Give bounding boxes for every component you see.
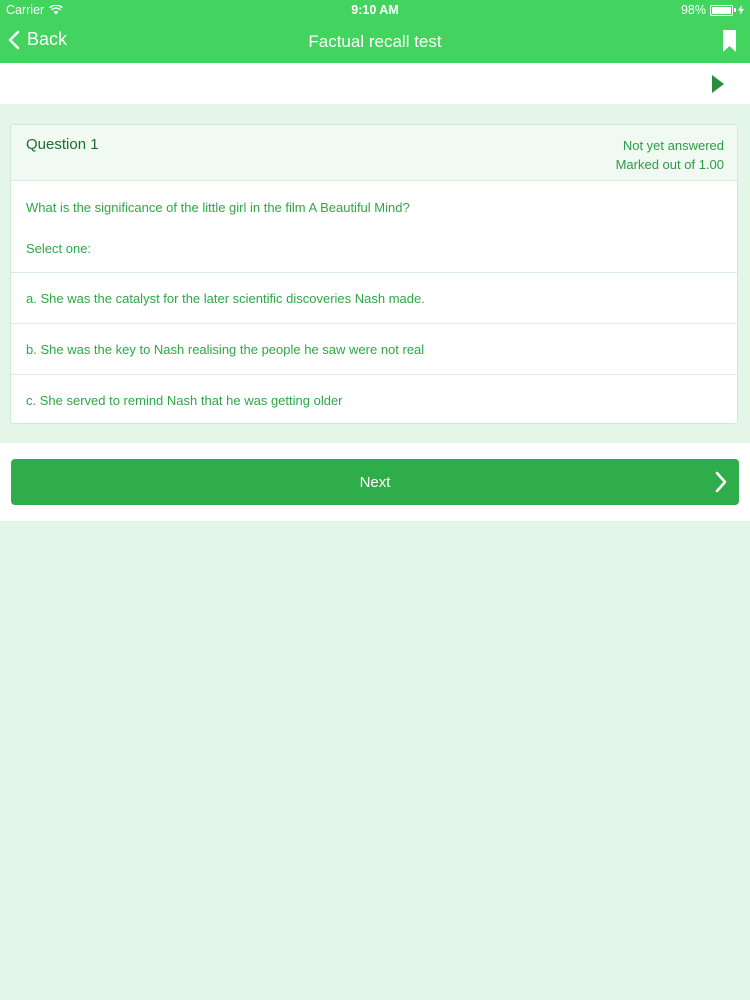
question-area: Question 1 Not yet answered Marked out o… <box>0 104 750 443</box>
question-text: What is the significance of the little g… <box>26 200 410 215</box>
battery-icon <box>710 4 733 16</box>
chevron-right-icon <box>715 471 727 493</box>
question-marks: Marked out of 1.00 <box>615 157 724 172</box>
play-button[interactable] <box>712 75 724 98</box>
status-time: 9:10 AM <box>351 3 399 17</box>
answer-status: Not yet answered <box>622 138 724 153</box>
answer-option-a[interactable]: a. She was the catalyst for the later sc… <box>11 273 737 324</box>
battery-fill <box>712 6 731 14</box>
charging-bolt-icon <box>738 5 744 15</box>
answer-option-label: b. She was the key to Nash realising the… <box>26 342 425 357</box>
select-instruction: Select one: <box>26 241 92 256</box>
question-number: Question 1 <box>26 136 99 153</box>
battery-cap <box>734 8 736 12</box>
next-label: Next <box>359 474 391 491</box>
empty-background <box>0 521 750 1000</box>
bookmark-button[interactable] <box>723 30 736 57</box>
answer-option-label: a. She was the catalyst for the later sc… <box>26 291 425 306</box>
question-body: What is the significance of the little g… <box>11 181 737 273</box>
battery-percent: 98% <box>680 3 706 17</box>
status-bar: Carrier 9:10 AM 98% <box>0 0 750 20</box>
play-icon <box>712 75 724 93</box>
page-title: Factual recall test <box>308 32 442 51</box>
bookmark-icon <box>723 30 736 52</box>
answer-option-c[interactable]: c. She served to remind Nash that he was… <box>11 375 737 423</box>
answer-option-b[interactable]: b. She was the key to Nash realising the… <box>11 324 737 375</box>
navigation-footer: Next <box>0 443 750 521</box>
next-button[interactable]: Next <box>11 459 739 505</box>
app-header: Carrier 9:10 AM 98% Back Factual recall … <box>0 0 750 63</box>
question-toolbar <box>0 63 750 104</box>
navigation-bar: Back Factual recall test <box>0 20 750 63</box>
answer-option-label: c. She served to remind Nash that he was… <box>26 393 343 408</box>
question-card: Question 1 Not yet answered Marked out o… <box>10 124 738 424</box>
question-header: Question 1 Not yet answered Marked out o… <box>11 125 737 181</box>
question-info: Not yet answered Marked out of 1.00 <box>616 136 724 174</box>
battery-indicator: 98% <box>681 3 744 17</box>
